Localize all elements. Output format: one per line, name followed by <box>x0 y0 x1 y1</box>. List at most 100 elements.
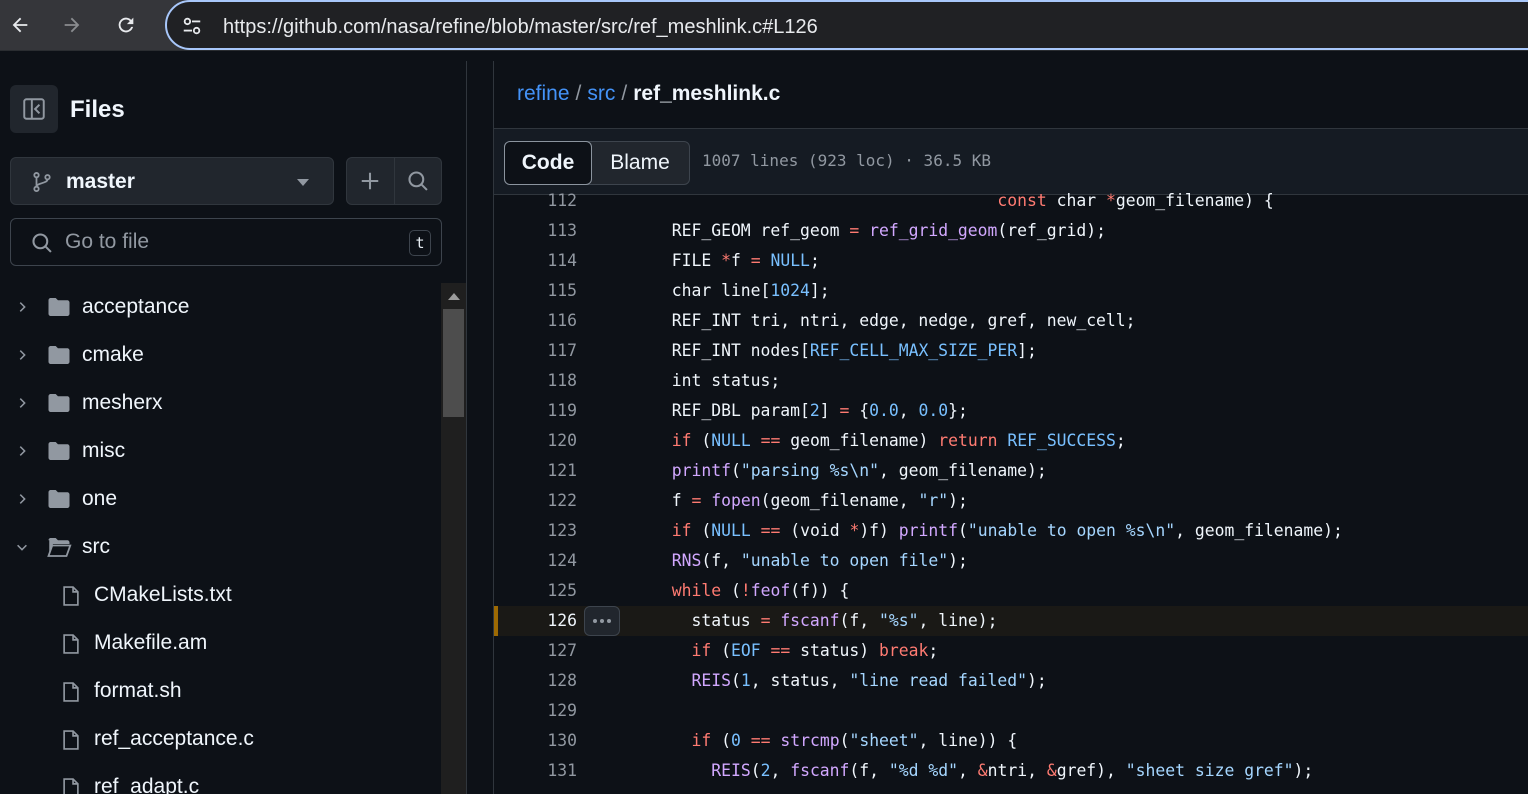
tree-item-label: acceptance <box>82 295 190 318</box>
forward-button[interactable] <box>56 9 88 41</box>
tree-file[interactable]: CMakeLists.txt <box>0 571 440 619</box>
line-source: if (NULL == geom_filename) return REF_SU… <box>671 431 1126 450</box>
tree-item-label: Makefile.am <box>94 631 208 654</box>
chevron-right-icon[interactable] <box>15 491 29 512</box>
reload-button[interactable] <box>110 9 142 41</box>
line-source: if (EOF == status) break; <box>691 641 939 660</box>
line-number[interactable]: 127 <box>494 641 577 660</box>
line-number[interactable]: 125 <box>494 581 577 600</box>
line-source: if (NULL == (void *)f) printf("unable to… <box>671 521 1343 540</box>
code-line: 123 if (NULL == (void *)f) printf("unabl… <box>494 516 1528 546</box>
url-text[interactable]: https://github.com/nasa/refine/blob/mast… <box>223 16 818 39</box>
line-number[interactable]: 123 <box>494 521 577 540</box>
line-number[interactable]: 113 <box>494 221 577 240</box>
line-number[interactable]: 122 <box>494 491 577 510</box>
breadcrumb-repo-link[interactable]: refine <box>517 82 570 105</box>
browser-toolbar: https://github.com/nasa/refine/blob/mast… <box>0 0 1528 50</box>
chevron-down-icon <box>297 179 309 186</box>
tree-folder-cmake[interactable]: cmake <box>0 331 440 379</box>
scroll-up-arrow-icon[interactable] <box>448 293 460 300</box>
tree-file[interactable]: ref_adapt.c <box>0 763 440 794</box>
code-line: 112 const char *geom_filename) { <box>494 189 1528 216</box>
line-number[interactable]: 124 <box>494 551 577 570</box>
file-icon <box>60 775 82 794</box>
search-files-button[interactable] <box>393 158 441 204</box>
line-options-button[interactable] <box>584 606 620 636</box>
code-line: 131 REIS(2, fscanf(f, "%d %d", &ntri, &g… <box>494 756 1528 786</box>
file-tree-sidebar: Files master t acceptance cmake mesherx mis… <box>0 61 467 794</box>
line-number[interactable]: 118 <box>494 371 577 390</box>
line-number[interactable]: 117 <box>494 341 577 360</box>
chevron-right-icon[interactable] <box>15 443 29 464</box>
code-view: 112 const char *geom_filename) { 113 REF_… <box>494 189 1528 794</box>
line-number[interactable]: 126 <box>494 611 577 630</box>
tab-blame[interactable]: Blame <box>591 142 689 184</box>
line-number[interactable]: 115 <box>494 281 577 300</box>
arrow-right-icon <box>64 17 80 33</box>
line-number[interactable]: 112 <box>494 191 577 210</box>
back-button[interactable] <box>4 9 36 41</box>
file-icon <box>60 727 82 758</box>
line-number[interactable]: 131 <box>494 761 577 780</box>
git-branch-icon <box>33 172 51 192</box>
breadcrumb: refine / src / ref_meshlink.c <box>517 82 780 106</box>
line-source: REF_INT tri, ntri, edge, nedge, gref, ne… <box>652 311 1136 330</box>
line-source: REF_DBL param[2] = {0.0, 0.0}; <box>652 401 968 420</box>
tab-code[interactable]: Code <box>504 141 592 185</box>
folder-icon <box>46 391 72 420</box>
kebab-dot-icon <box>593 619 597 623</box>
line-source: REIS(2, fscanf(f, "%d %d", &ntri, &gref)… <box>711 761 1314 780</box>
breadcrumb-current-file: ref_meshlink.c <box>633 82 781 105</box>
collapse-sidebar-button[interactable] <box>10 85 58 133</box>
line-number[interactable]: 128 <box>494 671 577 690</box>
chevron-down-icon[interactable] <box>15 539 29 560</box>
reload-icon <box>118 17 134 33</box>
code-line: 126 status = fscanf(f, "%s", line); <box>494 606 1528 636</box>
chevron-right-icon[interactable] <box>15 347 29 368</box>
folder-icon <box>46 295 72 324</box>
line-number[interactable]: 114 <box>494 251 577 270</box>
line-number[interactable]: 130 <box>494 731 577 750</box>
sidebar-scrollbar[interactable] <box>441 283 466 794</box>
line-source: RNS(f, "unable to open file"); <box>671 551 968 570</box>
chevron-right-icon[interactable] <box>15 299 29 320</box>
folder-icon <box>46 343 72 372</box>
code-line: 127 if (EOF == status) break; <box>494 636 1528 666</box>
line-source: status = fscanf(f, "%s", line); <box>652 611 998 630</box>
code-line: 125 while (!feof(f)) { <box>494 576 1528 606</box>
code-line: 117 REF_INT nodes[REF_CELL_MAX_SIZE_PER]… <box>494 336 1528 366</box>
line-number[interactable]: 120 <box>494 431 577 450</box>
plus-icon <box>362 172 379 190</box>
go-to-file-field[interactable]: t <box>10 218 442 266</box>
tree-file[interactable]: ref_acceptance.c <box>0 715 440 763</box>
arrow-left-icon <box>12 17 28 33</box>
folder-icon <box>46 439 72 468</box>
line-source: printf("parsing %s\n", geom_filename); <box>671 461 1047 480</box>
go-to-file-input[interactable] <box>65 227 395 257</box>
tree-folder-mesherx[interactable]: mesherx <box>0 379 440 427</box>
search-icon <box>32 233 52 253</box>
keyboard-shortcut-hint: t <box>409 230 431 256</box>
line-number[interactable]: 129 <box>494 701 577 720</box>
branch-selector[interactable]: master <box>10 157 334 205</box>
line-number[interactable]: 116 <box>494 311 577 330</box>
add-file-button[interactable] <box>347 158 394 204</box>
tree-file[interactable]: Makefile.am <box>0 619 440 667</box>
scrollbar-thumb[interactable] <box>443 309 464 417</box>
breadcrumb-dir-link[interactable]: src <box>587 82 615 105</box>
tree-folder-acceptance[interactable]: acceptance <box>0 283 440 331</box>
tree-item-label: mesherx <box>82 391 163 414</box>
chevron-right-icon[interactable] <box>15 395 29 416</box>
tree-item-label: misc <box>82 439 126 462</box>
line-source: FILE *f = NULL; <box>652 251 820 270</box>
tree-item-label: ref_acceptance.c <box>94 727 254 750</box>
tree-folder-src[interactable]: src <box>0 523 440 571</box>
line-number[interactable]: 119 <box>494 401 577 420</box>
site-info-icon[interactable] <box>181 15 203 37</box>
line-number[interactable]: 121 <box>494 461 577 480</box>
tree-folder-one[interactable]: one <box>0 475 440 523</box>
address-bar[interactable]: https://github.com/nasa/refine/blob/mast… <box>165 0 1528 50</box>
tree-folder-misc[interactable]: misc <box>0 427 440 475</box>
file-viewer: refine / src / ref_meshlink.c Code Blame 100… <box>493 61 1528 794</box>
tree-file[interactable]: format.sh <box>0 667 440 715</box>
